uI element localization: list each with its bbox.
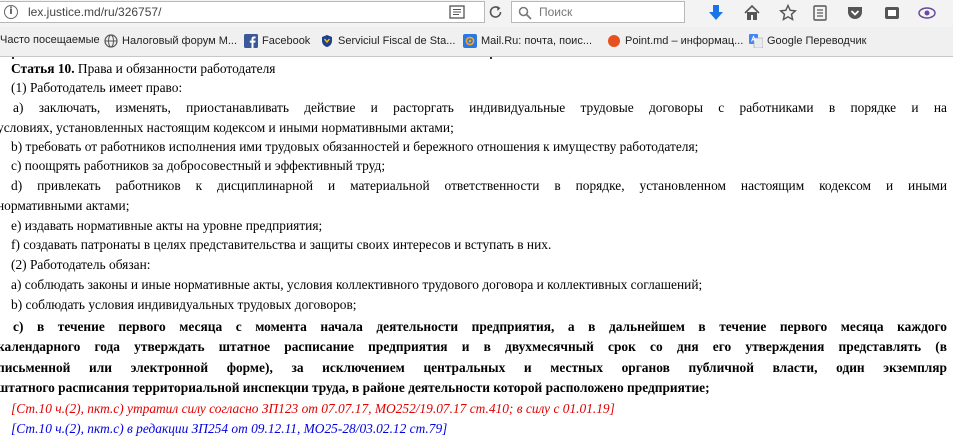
bookmark-label: Google Переводчик xyxy=(767,35,867,47)
extension-icon[interactable] xyxy=(883,4,901,22)
article-heading: Статья 10. Права и обязанности работодат… xyxy=(11,61,953,77)
point-icon xyxy=(608,35,620,47)
bookmark-label: Часто посещаемые xyxy=(0,34,100,46)
download-icon[interactable] xyxy=(707,4,725,22)
bookmark-tax-forum[interactable]: Налоговый форум М... xyxy=(104,34,237,48)
google-translate-icon xyxy=(749,34,763,48)
article-subtitle: Права и обязанности работодателя xyxy=(74,61,276,76)
clause-line: условиях, установленных настоящим кодекс… xyxy=(0,120,454,135)
bookmarks-toolbar: Часто посещаемые Налоговый форум М... Fa… xyxy=(0,27,953,57)
clause-line: a) заключать, изменять, приостанавливать… xyxy=(13,100,947,115)
bookmark-label: Facebook xyxy=(262,35,311,47)
document-content: Статья 10. Права и обязанности работодат… xyxy=(0,57,953,443)
clause-line: c) поощрять работников за добросовестный… xyxy=(11,158,386,173)
bookmark-label: Serviciul Fiscal de Sta... xyxy=(338,35,456,47)
emblem-icon xyxy=(322,35,332,47)
navigation-toolbar: i lex.justice.md/ru/326757/ Поиск xyxy=(0,0,953,27)
scrolled-fragment xyxy=(12,57,14,59)
bold-clause-line: календарного года утверждать штатное рас… xyxy=(0,339,947,354)
facebook-icon xyxy=(244,34,258,48)
reload-icon[interactable] xyxy=(488,5,504,19)
bookmark-fiscal-service[interactable]: Serviciul Fiscal de Sta... xyxy=(320,34,455,48)
article-title: Статья 10. xyxy=(11,61,75,76)
bookmark-mailru[interactable]: Mail.Ru: почта, поис... xyxy=(463,34,592,48)
bookmark-star-icon[interactable] xyxy=(779,4,797,22)
bookmark-google-translate[interactable]: Google Переводчик xyxy=(749,34,867,48)
clause-line: b) соблюдать условия индивидуальных труд… xyxy=(11,297,357,312)
bookmark-label: Point.md – информац... xyxy=(625,35,744,47)
mailru-icon xyxy=(463,34,477,48)
paragraph-heading: (2) Работодатель обязан: xyxy=(11,257,151,272)
bold-clause-line: письменной или электронной форме), за ис… xyxy=(0,360,947,375)
bookmark-facebook[interactable]: Facebook xyxy=(244,34,310,48)
bookmark-point-md[interactable]: Point.md – информац... xyxy=(607,34,743,48)
site-info-icon[interactable]: i xyxy=(4,5,18,19)
clause-line: e) издавать нормативные акты на уровне п… xyxy=(11,218,323,233)
bookmarks-list-icon[interactable] xyxy=(811,4,829,22)
paragraph-heading: (1) Работодатель имеет право: xyxy=(11,80,183,95)
home-icon[interactable] xyxy=(743,4,761,22)
tracking-eye-icon[interactable] xyxy=(918,4,936,22)
scrolled-fragment xyxy=(490,57,492,59)
clause-line: f) создавать патронаты в целях представи… xyxy=(11,237,552,252)
bold-clause-line: c) в течение первого месяца с момента на… xyxy=(13,319,947,334)
amendment-note-blue: [Ст.10 ч.(2), пкт.c) в редакции ЗП254 от… xyxy=(11,421,448,436)
globe-icon xyxy=(104,34,118,48)
clause-line: b) требовать от работников исполнения им… xyxy=(11,139,699,154)
clause-line: нормативными актами; xyxy=(0,198,130,213)
search-icon xyxy=(518,6,532,20)
reader-view-icon[interactable] xyxy=(448,4,466,20)
pocket-icon[interactable] xyxy=(846,4,864,22)
url-text[interactable]: lex.justice.md/ru/326757/ xyxy=(28,5,161,19)
bookmark-most-visited[interactable]: Часто посещаемые xyxy=(0,34,100,46)
amendment-note-red: [Ст.10 ч.(2), пкт.c) утратил силу соглас… xyxy=(11,401,615,416)
bookmark-label: Mail.Ru: почта, поис... xyxy=(481,35,592,47)
search-box[interactable]: Поиск xyxy=(511,1,685,23)
search-placeholder: Поиск xyxy=(539,5,573,19)
clause-line: a) соблюдать законы и иные нормативные а… xyxy=(11,277,703,292)
bookmark-label: Налоговый форум М... xyxy=(122,35,238,47)
address-bar[interactable]: i lex.justice.md/ru/326757/ xyxy=(0,1,485,23)
clause-line: d) привлекать работников к дисциплинарно… xyxy=(11,178,947,193)
bold-clause-line: штатного расписания территориальной инсп… xyxy=(0,380,710,395)
